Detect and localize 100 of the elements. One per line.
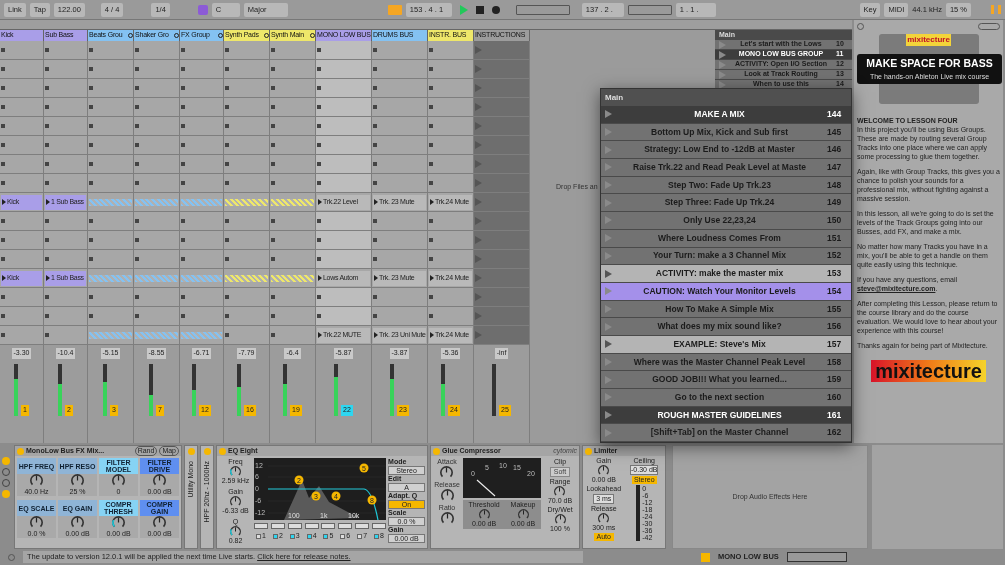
knob[interactable] xyxy=(152,474,167,487)
stop-icon[interactable] xyxy=(89,238,93,242)
stop-icon[interactable] xyxy=(1,219,5,223)
stop-icon[interactable] xyxy=(317,295,321,299)
group-slot[interactable] xyxy=(89,274,132,282)
filter-type-dropdown[interactable] xyxy=(304,523,319,529)
stop-icon[interactable] xyxy=(1,105,5,109)
stop-icon[interactable] xyxy=(45,314,49,318)
stop-icon[interactable] xyxy=(45,124,49,128)
stop-icon[interactable] xyxy=(429,181,433,185)
stop-icon[interactable] xyxy=(89,314,93,318)
stop-icon[interactable] xyxy=(45,295,49,299)
stop-icon[interactable] xyxy=(1,67,5,71)
stop-icon[interactable] xyxy=(429,67,433,71)
lesson-item[interactable]: GOOD JOB!!! What you learned... 159 xyxy=(601,371,851,389)
stop-icon[interactable] xyxy=(45,67,49,71)
stop-icon[interactable] xyxy=(429,124,433,128)
knob[interactable] xyxy=(70,474,85,487)
stop-icon[interactable] xyxy=(181,162,185,166)
filter-type-dropdown[interactable] xyxy=(270,523,285,529)
stop-icon[interactable] xyxy=(135,314,139,318)
knob[interactable] xyxy=(439,489,455,502)
group-slot[interactable] xyxy=(181,331,222,339)
stop-icon[interactable] xyxy=(89,219,93,223)
power-icon[interactable] xyxy=(17,447,24,455)
stop-icon[interactable] xyxy=(45,162,49,166)
knob[interactable] xyxy=(229,466,243,477)
group-slot[interactable] xyxy=(271,198,314,206)
stop-icon[interactable] xyxy=(181,143,185,147)
knob[interactable] xyxy=(597,465,611,476)
lesson-item[interactable]: Step Three: Fade Up Trk.24 149 xyxy=(601,194,851,213)
lesson-item[interactable]: [Shift+Tab] on the Master Channel 162 xyxy=(601,424,851,443)
stop-icon[interactable] xyxy=(135,181,139,185)
stop-icon[interactable] xyxy=(135,219,139,223)
power-icon[interactable] xyxy=(433,447,440,455)
stop-icon[interactable] xyxy=(225,314,229,318)
filter-type-dropdown[interactable] xyxy=(321,523,336,529)
stop-icon[interactable] xyxy=(271,257,275,261)
knob[interactable] xyxy=(516,509,530,520)
knob[interactable] xyxy=(229,526,243,537)
stop-icon[interactable] xyxy=(429,219,433,223)
lesson-item[interactable]: Go to the next section 160 xyxy=(601,389,851,407)
stop-icon[interactable] xyxy=(225,105,229,109)
stop-icon[interactable] xyxy=(1,257,5,261)
stop-icon[interactable] xyxy=(45,238,49,242)
stop-icon[interactable] xyxy=(1,124,5,128)
stop-icon[interactable] xyxy=(225,333,229,337)
lesson-item[interactable]: Strategy: Low End to -12dB at Master 146 xyxy=(601,141,851,160)
band-toggle[interactable] xyxy=(323,533,329,539)
knob[interactable] xyxy=(597,513,611,524)
stop-icon[interactable] xyxy=(135,67,139,71)
stop-icon[interactable] xyxy=(373,162,377,166)
stop-icon[interactable] xyxy=(373,67,377,71)
filter-type-dropdown[interactable] xyxy=(254,523,269,529)
stop-icon[interactable] xyxy=(271,162,275,166)
lesson-item[interactable]: ACTIVITY: make the master mix 153 xyxy=(601,265,851,283)
stop-icon[interactable] xyxy=(1,86,5,90)
stop-icon[interactable] xyxy=(89,124,93,128)
lesson-item[interactable]: Only Use 22,23,24 150 xyxy=(601,212,851,230)
stop-icon[interactable] xyxy=(181,105,185,109)
stop-icon[interactable] xyxy=(1,333,5,337)
stop-icon[interactable] xyxy=(429,143,433,147)
stop-icon[interactable] xyxy=(317,124,321,128)
group-slot[interactable] xyxy=(135,198,178,206)
stop-icon[interactable] xyxy=(225,124,229,128)
stop-icon[interactable] xyxy=(181,295,185,299)
stop-icon[interactable] xyxy=(225,257,229,261)
stop-icon[interactable] xyxy=(135,48,139,52)
filter-type-dropdown[interactable] xyxy=(338,523,353,529)
stop-icon[interactable] xyxy=(429,105,433,109)
stop-icon[interactable] xyxy=(317,48,321,52)
scale-icon[interactable] xyxy=(197,4,208,15)
stop-icon[interactable] xyxy=(317,219,321,223)
stop-icon[interactable] xyxy=(45,181,49,185)
stop-icon[interactable] xyxy=(271,295,275,299)
lesson-item[interactable]: MAKE A MIX 144 xyxy=(601,106,851,124)
filter-type-dropdown[interactable] xyxy=(355,523,370,529)
band-toggle[interactable] xyxy=(256,533,262,539)
stop-icon[interactable] xyxy=(271,333,275,337)
knob[interactable] xyxy=(439,512,455,525)
filter-type-dropdown[interactable] xyxy=(371,523,386,529)
lesson-item[interactable]: Raise Trk.22 and Read Peak Level at Maste 147 xyxy=(601,159,851,177)
stop-icon[interactable] xyxy=(373,124,377,128)
stop-icon[interactable] xyxy=(135,295,139,299)
stop-icon[interactable] xyxy=(135,124,139,128)
stop-icon[interactable] xyxy=(225,219,229,223)
group-slot[interactable] xyxy=(135,331,178,339)
knob[interactable] xyxy=(477,509,491,520)
stop-icon[interactable] xyxy=(317,143,321,147)
filter-type-dropdown[interactable] xyxy=(287,523,302,529)
stop-icon[interactable] xyxy=(225,181,229,185)
warning-icon[interactable] xyxy=(701,552,710,562)
band-toggle[interactable] xyxy=(306,533,312,539)
stop-icon[interactable] xyxy=(271,314,275,318)
stop-icon[interactable] xyxy=(89,105,93,109)
stop-icon[interactable] xyxy=(1,143,5,147)
stop-icon[interactable] xyxy=(271,143,275,147)
stop-icon[interactable] xyxy=(373,143,377,147)
stop-icon[interactable] xyxy=(135,257,139,261)
stop-icon[interactable] xyxy=(89,86,93,90)
